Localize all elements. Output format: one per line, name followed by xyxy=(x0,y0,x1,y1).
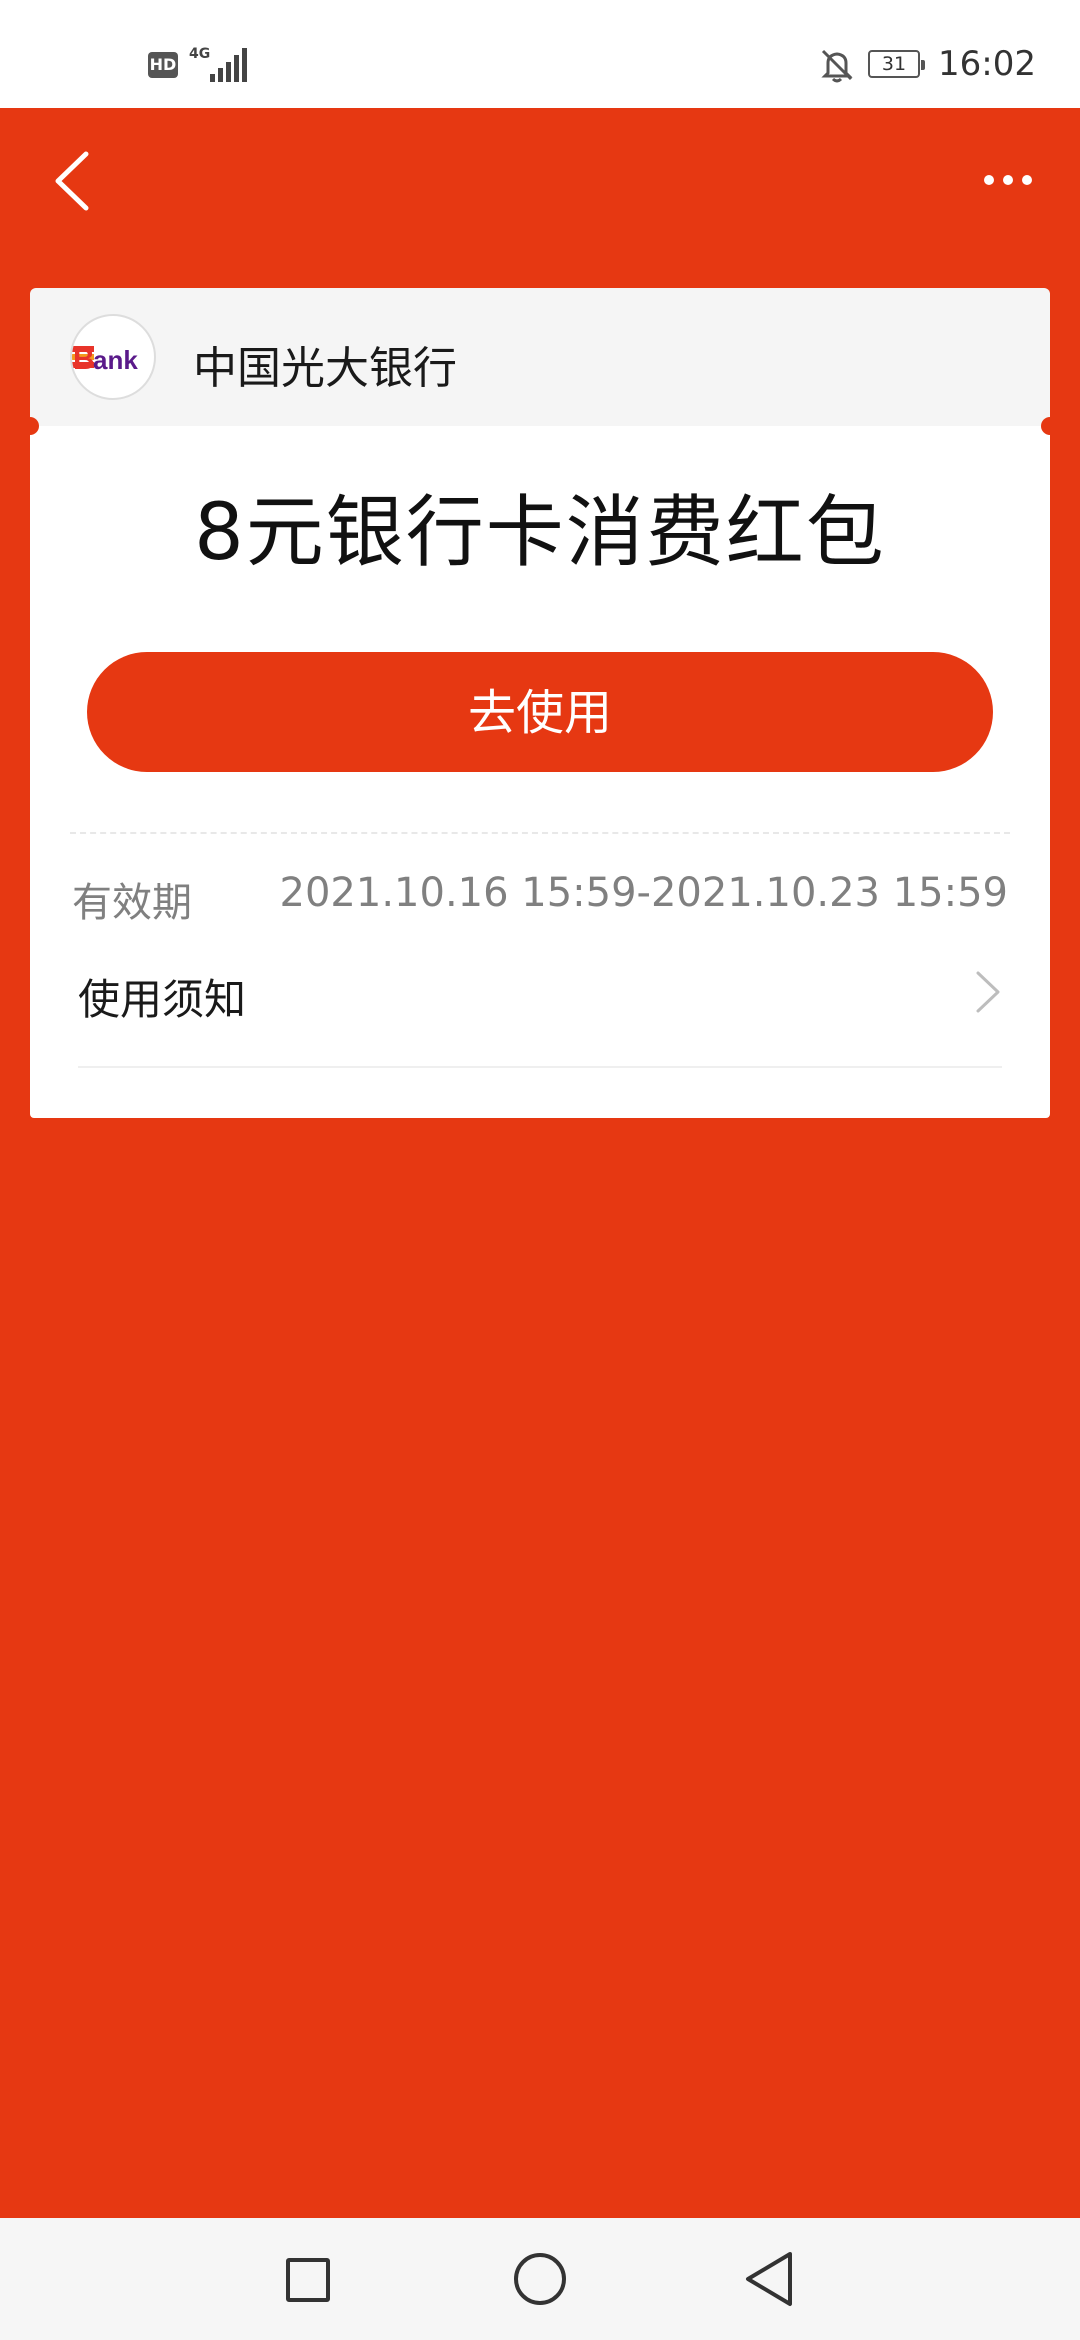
coupon-title: 8元银行卡消费红包 xyxy=(194,488,886,578)
bell-muted-icon xyxy=(821,49,853,83)
card-header: B ank 中国光大银行 xyxy=(30,288,1050,426)
card-notch-left xyxy=(21,417,39,435)
divider xyxy=(78,1066,1002,1068)
status-bar: HD 4G 31 16:02 xyxy=(0,0,1080,108)
divider xyxy=(70,832,1010,834)
bank-name: 中国光大银行 xyxy=(193,343,457,394)
card-notch-right xyxy=(1041,417,1059,435)
bank-logo: B ank xyxy=(70,314,156,400)
navigation-bar xyxy=(0,2218,1080,2340)
home-circle-icon[interactable] xyxy=(514,2253,566,2305)
svg-text:ank: ank xyxy=(93,345,138,375)
hd-badge: HD xyxy=(148,52,178,78)
validity-value: 2021.10.16 15:59-2021.10.23 15:59 xyxy=(279,870,1008,916)
clock: 16:02 xyxy=(938,44,1036,84)
more-icon[interactable] xyxy=(972,160,1044,200)
back-icon[interactable] xyxy=(44,146,104,216)
usage-notice-label: 使用须知 xyxy=(78,975,247,1024)
battery-icon: 31 xyxy=(868,50,925,78)
network-type: 4G xyxy=(189,46,211,62)
recent-apps-square-icon[interactable] xyxy=(286,2258,330,2302)
bank-logo-mark: B ank xyxy=(72,343,138,376)
validity-label: 有效期 xyxy=(72,880,192,926)
use-button[interactable]: 去使用 xyxy=(87,652,993,772)
svg-text:B: B xyxy=(73,343,95,376)
chevron-right-icon xyxy=(976,971,1000,1013)
usage-notice-row[interactable]: 使用须知 xyxy=(78,945,1002,1067)
signal-icon xyxy=(210,48,247,82)
back-triangle-icon[interactable] xyxy=(740,2250,796,2308)
